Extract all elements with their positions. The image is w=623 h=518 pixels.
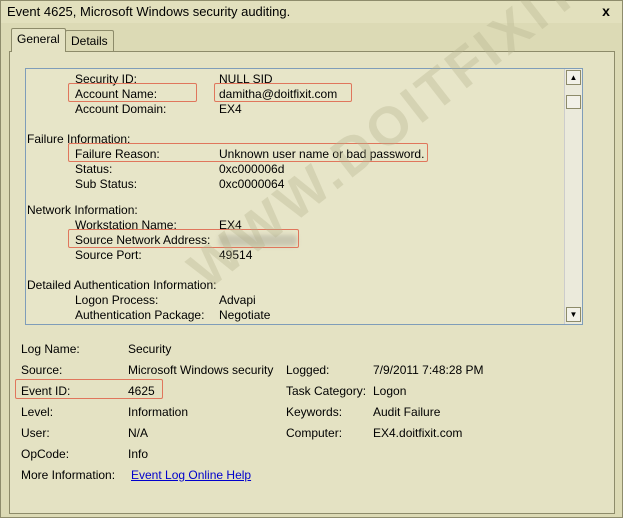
logon-process-value: Advapi (219, 293, 256, 307)
logon-process-label: Logon Process: (75, 293, 159, 307)
scroll-up-icon[interactable]: ▲ (566, 70, 581, 85)
account-name-value-highlight (214, 83, 352, 102)
description-scrollbar[interactable]: ▲ ▼ (564, 69, 582, 324)
account-name-label-highlight (68, 83, 197, 102)
more-information-label: More Information: (21, 468, 116, 482)
logged-label: Logged: (286, 363, 330, 377)
status-value: 0xc000006d (219, 162, 285, 176)
task-category-value: Logon (373, 384, 407, 398)
log-name-value: Security (128, 342, 172, 356)
event-description-text: Security ID: NULL SID Account Name: damith… (26, 69, 564, 324)
source-port-label: Source Port: (75, 248, 142, 262)
task-category-label: Task Category: (286, 384, 367, 398)
sub-status-value: 0xc0000064 (219, 177, 285, 191)
user-value: N/A (128, 426, 149, 440)
auth-package-label: Authentication Package: (75, 308, 205, 322)
keywords-label: Keywords: (286, 405, 343, 419)
status-label: Status: (75, 162, 113, 176)
network-section-label: Network Information: (27, 203, 138, 217)
scroll-down-icon[interactable]: ▼ (566, 307, 581, 322)
level-value: Information (128, 405, 189, 419)
auth-package-value: Negotiate (219, 308, 271, 322)
auth-section-label: Detailed Authentication Information: (27, 278, 217, 292)
level-label: Level: (21, 405, 54, 419)
event-properties-window: Event 4625, Microsoft Windows security a… (0, 0, 623, 518)
logged-value: 7/9/2011 7:48:28 PM (373, 363, 484, 377)
user-label: User: (21, 426, 50, 440)
window-title: Event 4625, Microsoft Windows security a… (7, 4, 291, 19)
source-address-highlight (68, 229, 299, 248)
opcode-label: OpCode: (21, 447, 70, 461)
computer-label: Computer: (286, 426, 343, 440)
general-tab-panel: Security ID: NULL SID Account Name: damith… (9, 51, 615, 514)
close-icon[interactable]: x (598, 3, 614, 19)
event-id-highlight (15, 379, 163, 399)
tab-details[interactable]: Details (65, 30, 114, 51)
log-name-label: Log Name: (21, 342, 80, 356)
scroll-thumb[interactable] (566, 95, 581, 109)
source-port-value: 49514 (219, 248, 253, 262)
sub-status-label: Sub Status: (75, 177, 138, 191)
event-log-online-help-link[interactable]: Event Log Online Help (131, 468, 251, 482)
failure-reason-highlight (68, 143, 428, 162)
account-domain-value: EX4 (219, 102, 242, 116)
tab-general[interactable]: General (11, 28, 66, 52)
account-domain-label: Account Domain: (75, 102, 167, 116)
source-label: Source: (21, 363, 63, 377)
opcode-value: Info (128, 447, 149, 461)
event-description-box[interactable]: Security ID: NULL SID Account Name: damith… (25, 68, 583, 325)
keywords-value: Audit Failure (373, 405, 441, 419)
title-bar: Event 4625, Microsoft Windows security a… (1, 1, 622, 23)
source-value: Microsoft Windows security (128, 363, 274, 377)
computer-value: EX4.doitfixit.com (373, 426, 463, 440)
